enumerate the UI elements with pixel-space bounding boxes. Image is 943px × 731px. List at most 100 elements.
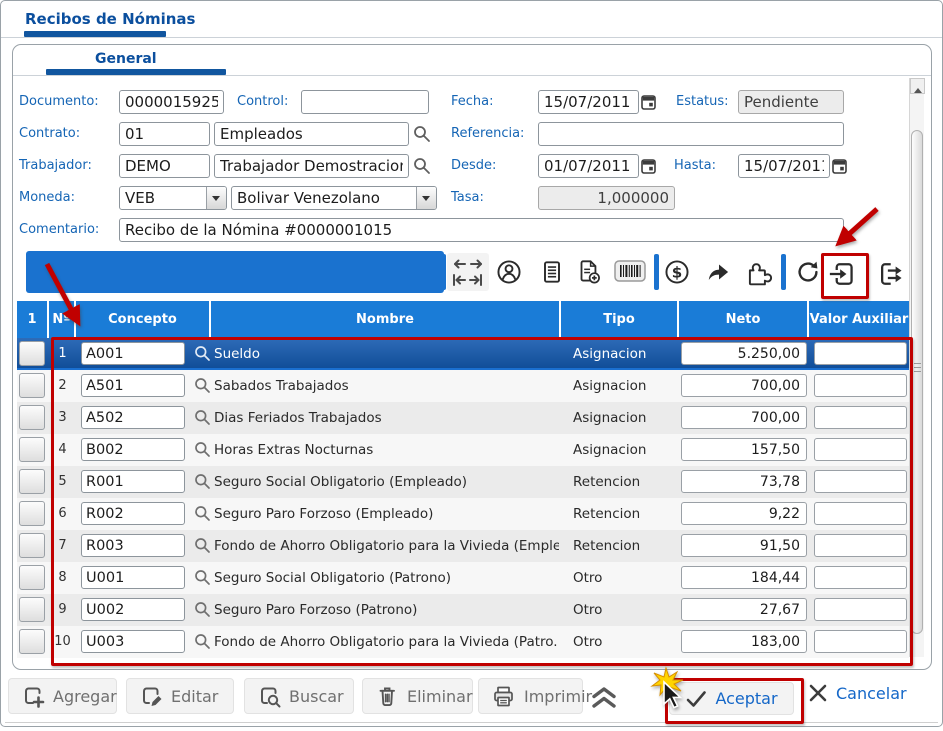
valor-auxiliar-input[interactable]	[814, 342, 907, 365]
valor-auxiliar-input[interactable]	[814, 438, 907, 461]
page-title[interactable]: Recibos de Nóminas	[25, 10, 195, 28]
imprimir-button[interactable]: Imprimir	[478, 678, 592, 714]
eliminar-label: Eliminar	[407, 686, 473, 706]
table-row[interactable]: 4 Horas Extras Nocturnas Asignacion	[17, 434, 909, 466]
table-row[interactable]: 9 Seguro Paro Forzoso (Patrono) Otro	[17, 594, 909, 626]
row-selector-button[interactable]	[19, 341, 45, 366]
aceptar-button[interactable]: Aceptar	[669, 682, 794, 715]
header-selector[interactable]: 1	[17, 301, 49, 338]
row-selector-button[interactable]	[19, 629, 45, 654]
search-icon[interactable]	[194, 601, 211, 618]
scroll-up-button[interactable]	[910, 78, 925, 94]
vertical-scrollbar[interactable]	[909, 78, 925, 657]
concepto-input[interactable]	[81, 534, 185, 557]
row-selector-button[interactable]	[19, 405, 45, 430]
search-icon[interactable]	[194, 345, 211, 362]
row-selector-button[interactable]	[19, 501, 45, 526]
search-icon[interactable]	[194, 537, 211, 554]
search-icon[interactable]	[194, 505, 211, 522]
cancelar-button[interactable]: Cancelar	[802, 682, 913, 704]
table-row[interactable]: 5 Seguro Social Obligatorio (Empleado) Ret…	[17, 466, 909, 498]
agregar-button[interactable]: Agregar	[8, 678, 117, 714]
nombre-cell: Horas Extras Nocturnas	[214, 442, 374, 458]
row-selector-button[interactable]	[19, 437, 45, 462]
row-selector-button[interactable]	[19, 533, 45, 558]
table-row[interactable]: 3 Dias Feriados Trabajados Asignacion	[17, 402, 909, 434]
nombre-cell: Dias Feriados Trabajados	[214, 410, 382, 426]
eliminar-button[interactable]: Eliminar	[362, 678, 473, 714]
concepto-input[interactable]	[81, 470, 185, 493]
table-row[interactable]: 8 Seguro Social Obligatorio (Patrono) Otro	[17, 562, 909, 594]
neto-input[interactable]	[681, 598, 807, 621]
table-row[interactable]: 6 Seguro Paro Forzoso (Empleado) Retencion	[17, 498, 909, 530]
row-number: 2	[58, 378, 67, 393]
buscar-label: Buscar	[289, 686, 344, 706]
editar-label: Editar	[171, 686, 219, 706]
neto-input[interactable]	[681, 630, 807, 653]
header-nombre[interactable]: Nombre	[211, 301, 561, 338]
neto-input[interactable]	[681, 438, 807, 461]
header-numero[interactable]: Nº	[49, 301, 76, 338]
valor-auxiliar-input[interactable]	[814, 374, 907, 397]
concepto-input[interactable]	[81, 566, 185, 589]
search-icon[interactable]	[194, 633, 211, 650]
tipo-cell: Retencion	[573, 506, 641, 522]
valor-auxiliar-input[interactable]	[814, 470, 907, 493]
check-icon	[687, 690, 707, 707]
neto-input[interactable]	[681, 502, 807, 525]
table-row[interactable]: 10 Fondo de Ahorro Obligatorio para la Vi…	[17, 626, 909, 658]
valor-auxiliar-input[interactable]	[814, 406, 907, 429]
header-neto[interactable]: Neto	[679, 301, 809, 338]
neto-input[interactable]	[681, 534, 807, 557]
search-icon[interactable]	[194, 473, 211, 490]
scrollbar-thumb[interactable]	[911, 130, 923, 634]
nombre-cell: Seguro Paro Forzoso (Patrono)	[214, 602, 418, 618]
row-selector-button[interactable]	[19, 373, 45, 398]
valor-auxiliar-input[interactable]	[814, 598, 907, 621]
neto-input[interactable]	[681, 342, 807, 365]
search-icon[interactable]	[194, 409, 211, 426]
row-number: 4	[58, 442, 67, 457]
row-number: 5	[58, 474, 67, 489]
row-number: 3	[58, 410, 67, 425]
collapse-button[interactable]	[587, 684, 621, 710]
concepto-input[interactable]	[81, 630, 185, 653]
aceptar-label: Aceptar	[715, 689, 778, 708]
valor-auxiliar-input[interactable]	[814, 502, 907, 525]
table-row[interactable]: 2 Sabados Trabajados Asignacion	[17, 370, 909, 402]
concepto-input[interactable]	[81, 374, 185, 397]
nombre-cell: Sabados Trabajados	[214, 378, 349, 394]
table-row[interactable]: 1 Sueldo Asignacion	[17, 338, 909, 370]
search-icon[interactable]	[194, 569, 211, 586]
row-number: 9	[58, 602, 67, 617]
row-selector-button[interactable]	[19, 469, 45, 494]
header-valor-auxiliar[interactable]: Valor Auxiliar	[809, 301, 909, 338]
neto-input[interactable]	[681, 566, 807, 589]
concepto-input[interactable]	[81, 406, 185, 429]
table-row[interactable]: 7 Fondo de Ahorro Obligatorio para la Viv…	[17, 530, 909, 562]
concepto-input[interactable]	[81, 598, 185, 621]
row-selector-button[interactable]	[19, 565, 45, 590]
cancelar-label: Cancelar	[836, 683, 907, 703]
nombre-cell: Seguro Social Obligatorio (Patrono)	[214, 570, 452, 586]
row-number: 8	[58, 570, 67, 585]
valor-auxiliar-input[interactable]	[814, 630, 907, 653]
divider	[5, 722, 938, 723]
editar-button[interactable]: Editar	[126, 678, 234, 714]
header-concepto[interactable]: Concepto	[76, 301, 211, 338]
concepto-input[interactable]	[81, 438, 185, 461]
tipo-cell: Otro	[573, 570, 603, 586]
neto-input[interactable]	[681, 374, 807, 397]
neto-input[interactable]	[681, 406, 807, 429]
tipo-cell: Asignacion	[573, 378, 647, 394]
buscar-button[interactable]: Buscar	[244, 678, 354, 714]
concepto-input[interactable]	[81, 342, 185, 365]
header-tipo[interactable]: Tipo	[561, 301, 679, 338]
valor-auxiliar-input[interactable]	[814, 566, 907, 589]
search-icon[interactable]	[194, 377, 211, 394]
search-icon[interactable]	[194, 441, 211, 458]
row-selector-button[interactable]	[19, 597, 45, 622]
concepto-input[interactable]	[81, 502, 185, 525]
valor-auxiliar-input[interactable]	[814, 534, 907, 557]
neto-input[interactable]	[681, 470, 807, 493]
